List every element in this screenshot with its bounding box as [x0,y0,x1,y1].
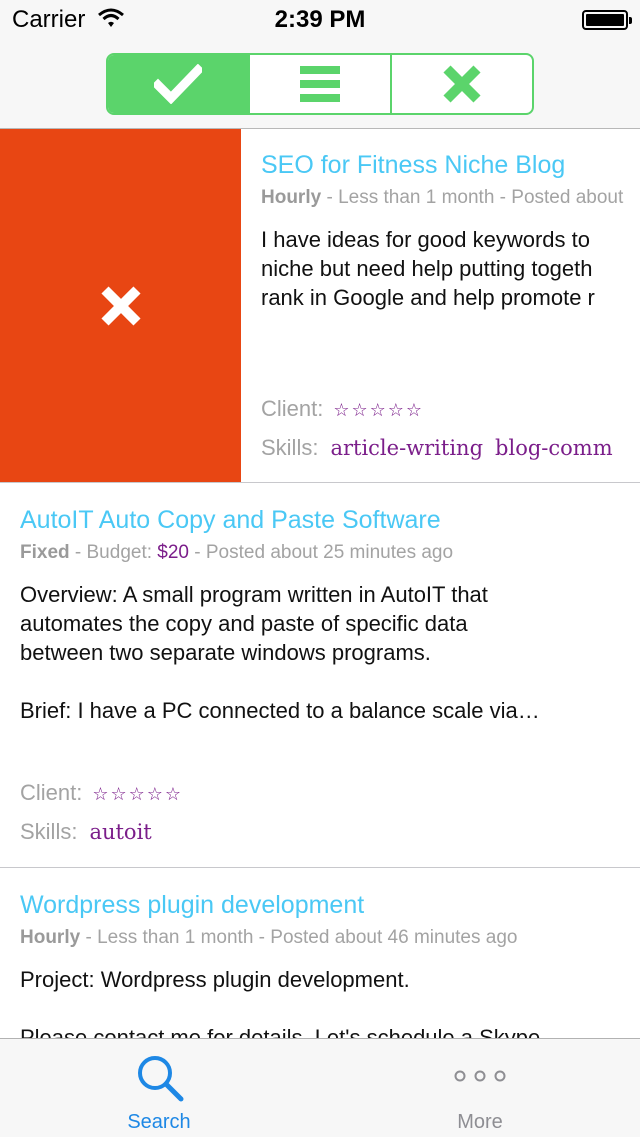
tab-bar: Search More [0,1038,640,1137]
segment-rejected[interactable] [392,55,532,113]
client-row: Client: ☆☆☆☆☆ [261,396,424,422]
client-label: Client: [20,780,83,805]
job-duration: - Less than 1 month [80,927,254,948]
tab-search[interactable]: Search [79,1039,239,1137]
job-budget-value: $20 [157,542,189,563]
skills-label: Skills: [20,819,78,844]
job-type: Hourly [261,187,322,208]
job-title[interactable]: AutoIT Auto Copy and Paste Software [20,504,620,536]
client-rating-stars: ☆☆☆☆☆ [333,400,425,420]
job-posted: - Posted about [494,187,624,208]
segment-accepted[interactable] [108,55,250,113]
job-budget-label: - Budget: [69,542,158,563]
checkmark-icon [154,64,202,104]
client-rating-stars: ☆☆☆☆☆ [92,784,184,804]
job-list[interactable]: SEO for Fitness Niche Blog Hourly - Less… [0,129,640,1038]
skills-row: Skills: autoit [20,819,152,845]
filter-segmented-control [106,53,534,115]
job-meta: Hourly - Less than 1 month - Posted abou… [20,927,620,949]
skill-tag[interactable]: article-writing [330,436,483,460]
skill-tag[interactable]: autoit [89,820,151,844]
tab-label: More [457,1111,503,1133]
client-row: Client: ☆☆☆☆☆ [20,780,183,806]
skill-tag[interactable]: blog-comm [495,436,613,460]
more-icon [454,1070,506,1082]
status-bar: Carrier 2:39 PM [0,0,640,40]
navigation-bar [0,40,640,129]
job-type: Fixed [20,542,70,563]
job-posted: - Posted about 46 minutes ago [253,927,518,948]
tab-label: Search [127,1111,191,1133]
skills-label: Skills: [261,435,319,460]
job-description: Project: Wordpress plugin development. P… [20,967,541,1038]
tab-more[interactable]: More [400,1039,560,1137]
job-description: I have ideas for good keywords to niche … [261,227,595,310]
job-type: Hourly [20,927,81,948]
list-icon [300,66,340,102]
battery-icon [582,10,632,30]
job-meta: Hourly - Less than 1 month - Posted abou… [261,187,640,209]
job-duration: - Less than 1 month [321,187,495,208]
reject-swipe-action[interactable] [0,129,241,482]
job-title[interactable]: Wordpress plugin development [20,889,620,921]
search-icon [138,1056,184,1102]
job-row[interactable]: AutoIT Auto Copy and Paste Software Fixe… [0,483,640,868]
job-meta: Fixed - Budget: $20 - Posted about 25 mi… [20,542,620,564]
segment-all[interactable] [250,55,392,113]
job-posted: - Posted about 25 minutes ago [189,542,454,563]
x-icon [443,65,481,103]
job-row[interactable]: Wordpress plugin development Hourly - Le… [0,868,640,1038]
client-label: Client: [261,396,324,421]
skills-row: Skills: article-writing blog-comm [261,435,613,461]
job-description: Overview: A small program written in Aut… [20,582,540,723]
status-time: 2:39 PM [274,6,366,33]
x-icon [100,285,141,326]
job-title[interactable]: SEO for Fitness Niche Blog [261,149,640,181]
job-row[interactable]: SEO for Fitness Niche Blog Hourly - Less… [0,129,640,483]
